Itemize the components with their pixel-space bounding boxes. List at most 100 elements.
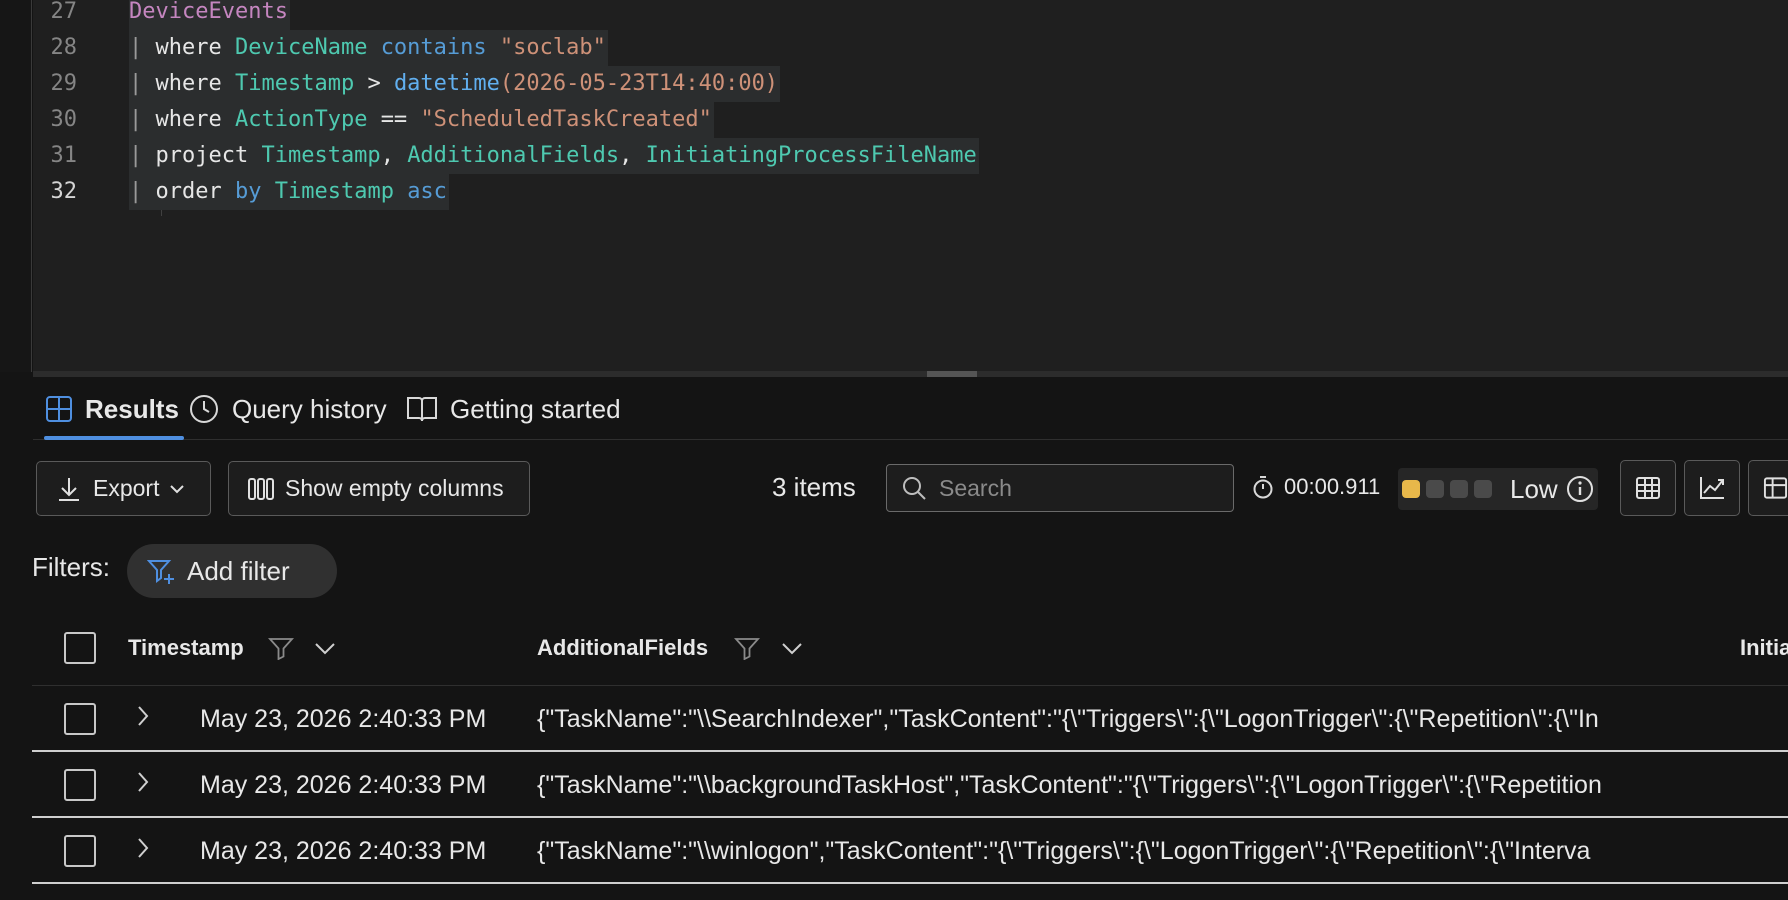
code-token: DeviceEvents — [129, 0, 288, 24]
table-row[interactable]: May 23, 2026 2:40:33 PM {"TaskName":"\\wi… — [32, 818, 1788, 884]
code-line[interactable]: 28 | where DeviceName contains "soclab" — [33, 30, 1788, 66]
code-text: | where Timestamp > datetime(2026-05-23T… — [129, 66, 781, 102]
table-row[interactable]: May 23, 2026 2:40:33 PM {"TaskName":"\\Se… — [32, 686, 1788, 752]
export-button[interactable]: Export — [36, 461, 211, 516]
line-number: 27 — [50, 0, 78, 24]
search-input[interactable]: Search — [886, 464, 1234, 512]
code-token: "soclab" — [499, 35, 606, 60]
grid-icon — [46, 396, 72, 422]
tab-results[interactable]: Results — [45, 380, 179, 438]
export-label: Export — [93, 475, 160, 501]
editor-scrollbar-thumb[interactable] — [927, 371, 977, 377]
code-line[interactable]: 29 | where Timestamp > datetime(2026-05-2… — [33, 66, 1788, 102]
code-text: | project Timestamp, AdditionalFields, I… — [129, 138, 979, 174]
results-tabs: Results Query history Getting started — [33, 380, 1788, 440]
chevron-down-icon[interactable] — [781, 642, 803, 656]
query-editor[interactable]: 27 DeviceEvents 28 | where DeviceName conta… — [33, 0, 1788, 372]
tab-results-label: Results — [85, 393, 179, 424]
line-chart-icon — [1700, 477, 1724, 499]
column-header-label: Initia — [1740, 635, 1788, 660]
code-line[interactable]: 30 | where ActionType == "ScheduledTaskCr… — [33, 102, 1788, 138]
table-row[interactable]: May 23, 2026 2:40:33 PM {"TaskName":"\\ba… — [32, 752, 1788, 818]
column-filter-icon[interactable] — [734, 636, 760, 660]
code-line[interactable]: 27 DeviceEvents — [33, 0, 1788, 30]
code-text: | where DeviceName contains "soclab" — [129, 30, 608, 66]
chevron-right-icon[interactable] — [136, 770, 150, 794]
code-token: | — [129, 107, 156, 132]
chart-view-button[interactable] — [1684, 460, 1740, 516]
table-edit-icon — [1763, 477, 1788, 499]
select-all-checkbox[interactable] — [64, 632, 96, 664]
code-token: order — [155, 179, 235, 204]
tab-query-history[interactable]: Query history — [188, 380, 387, 438]
column-header-additionalfields[interactable]: AdditionalFields — [537, 610, 708, 686]
code-token: where — [155, 71, 235, 96]
additional-fields-cell: {"TaskName":"\\SearchIndexer","TaskConte… — [537, 704, 1599, 733]
columns-icon — [248, 477, 274, 500]
code-token: where — [155, 35, 235, 60]
code-token: > — [367, 71, 394, 96]
row-checkbox[interactable] — [64, 835, 96, 867]
code-token: Timestamp — [274, 179, 408, 204]
stopwatch-icon — [1253, 476, 1273, 499]
tab-getting-started-label: Getting started — [450, 393, 621, 424]
info-icon[interactable] — [1566, 475, 1594, 503]
code-token: DeviceName — [234, 35, 381, 60]
timestamp-cell: May 23, 2026 2:40:33 PM — [200, 770, 487, 799]
row-checkbox[interactable] — [64, 769, 96, 801]
line-number: 28 — [50, 35, 78, 60]
code-token: asc — [407, 179, 447, 204]
performance-meter — [1402, 480, 1498, 498]
code-token: ActionType — [234, 107, 381, 132]
column-filter-icon[interactable] — [268, 636, 294, 660]
performance-segment — [1426, 480, 1444, 498]
code-token: Timestamp — [234, 71, 368, 96]
show-empty-columns-label: Show empty columns — [285, 475, 504, 501]
performance-label: Low — [1510, 473, 1558, 504]
book-icon — [407, 397, 437, 422]
filters-label: Filters: — [32, 552, 110, 582]
clock-icon — [190, 395, 218, 423]
customize-columns-button[interactable] — [1748, 460, 1788, 516]
column-header-initiatingprocessfilename[interactable]: Initia — [1740, 610, 1788, 686]
search-placeholder: Search — [939, 474, 1012, 501]
line-number: 29 — [50, 71, 78, 96]
additional-fields-cell: {"TaskName":"\\winlogon","TaskContent":"… — [537, 836, 1591, 865]
code-token: datetime — [393, 71, 500, 96]
code-token: , — [619, 143, 646, 168]
code-token: contains — [380, 35, 500, 60]
code-token: | — [129, 179, 156, 204]
table-view-button[interactable] — [1620, 460, 1676, 516]
column-header-label: AdditionalFields — [537, 635, 709, 660]
code-token: | — [129, 71, 156, 96]
code-token: | — [129, 143, 156, 168]
code-line[interactable]: 31 | project Timestamp, AdditionalFields,… — [33, 138, 1788, 174]
chevron-down-icon[interactable] — [314, 642, 336, 656]
left-gutter — [0, 0, 32, 372]
line-number: 30 — [50, 107, 78, 132]
code-token: AdditionalFields — [407, 143, 620, 168]
add-filter-button[interactable]: Add filter — [127, 544, 337, 598]
tab-getting-started[interactable]: Getting started — [406, 380, 621, 438]
performance-segment — [1474, 480, 1492, 498]
code-token: "ScheduledTaskCreated" — [420, 107, 712, 132]
editor-horizontal-scrollbar[interactable] — [33, 371, 1788, 377]
show-empty-columns-button[interactable]: Show empty columns — [228, 461, 530, 516]
elapsed-time-value: 00:00.911 — [1284, 474, 1381, 499]
column-header-timestamp[interactable]: Timestamp — [128, 610, 244, 686]
chevron-right-icon[interactable] — [136, 704, 150, 728]
code-token: where — [155, 107, 235, 132]
performance-segment — [1450, 480, 1468, 498]
download-icon — [59, 477, 79, 501]
code-token: project — [155, 143, 262, 168]
search-icon — [903, 477, 926, 500]
row-checkbox[interactable] — [64, 703, 96, 735]
code-token: InitiatingProcessFileName — [645, 143, 977, 168]
chevron-right-icon[interactable] — [136, 836, 150, 860]
code-line[interactable]: 32 | order by Timestamp asc — [33, 174, 1788, 210]
code-token: | — [129, 35, 156, 60]
code-token: (2026-05-23T14:40:00) — [499, 71, 779, 96]
add-filter-label: Add filter — [187, 555, 290, 586]
table-icon — [1636, 477, 1660, 499]
line-number: 31 — [50, 143, 78, 168]
